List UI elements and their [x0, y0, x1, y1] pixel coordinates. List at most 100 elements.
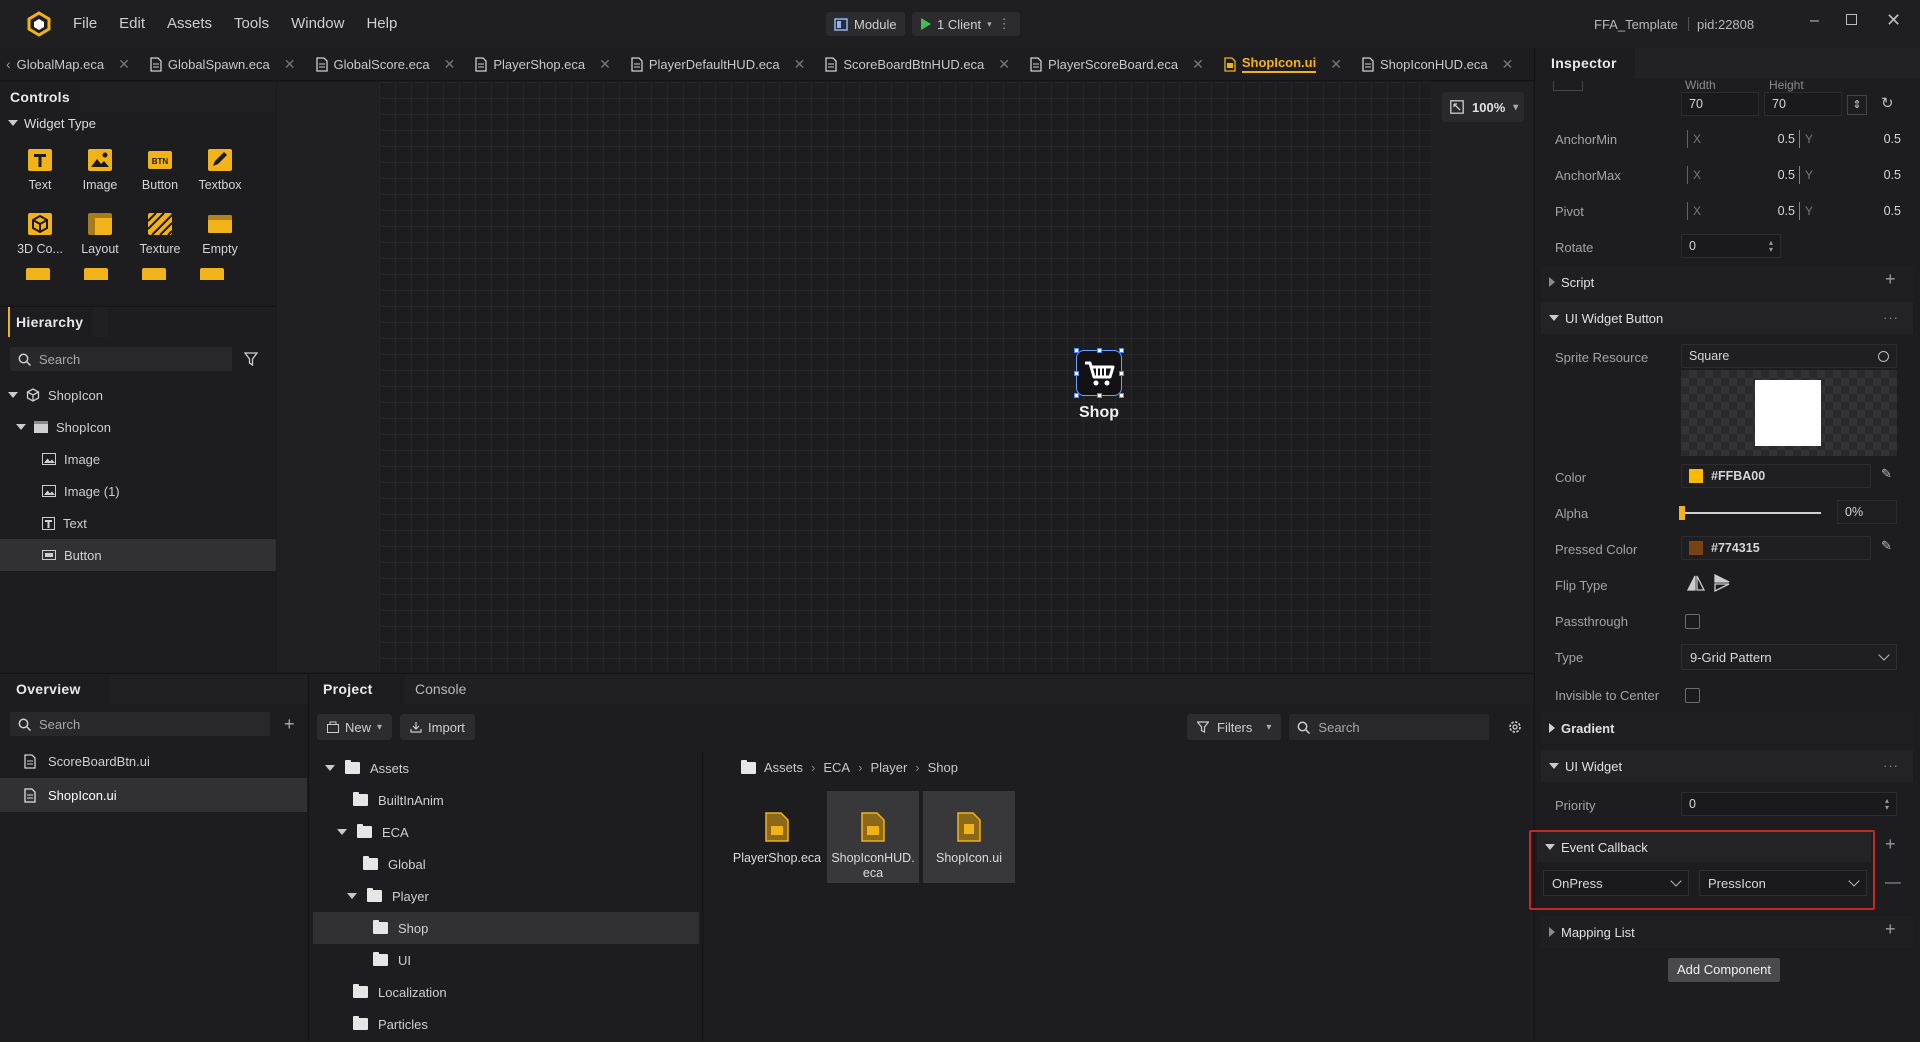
resize-handle[interactable]: [1119, 393, 1124, 398]
menu-assets[interactable]: Assets: [156, 0, 223, 48]
expand-icon[interactable]: [8, 392, 18, 398]
folder-builtinanim[interactable]: BuiltInAnim: [353, 784, 444, 816]
passthrough-checkbox[interactable]: [1685, 614, 1700, 629]
resize-handle[interactable]: [1097, 393, 1102, 398]
filter-icon[interactable]: [244, 352, 258, 366]
close-tab-icon[interactable]: ✕: [444, 56, 456, 73]
folder-global[interactable]: Global: [363, 848, 426, 880]
hierarchy-item-root[interactable]: ShopIcon: [0, 379, 276, 411]
close-tab-icon[interactable]: ✕: [998, 56, 1010, 73]
chevron-down-icon[interactable]: ▾: [987, 19, 992, 30]
widget-icon[interactable]: [200, 268, 224, 280]
asset-shopiconhud[interactable]: ShopIconHUD.eca: [827, 791, 919, 883]
ui-widget-section[interactable]: UI Widget: [1541, 750, 1913, 782]
add-script-icon[interactable]: +: [1885, 269, 1896, 290]
close-tab-icon[interactable]: ✕: [1502, 56, 1514, 73]
close-tab-icon[interactable]: ✕: [118, 56, 130, 73]
tab-playerscoreboard[interactable]: PlayerScoreBoard.eca ✕: [1020, 48, 1214, 81]
flip-horizontal-icon[interactable]: [1687, 574, 1705, 592]
folder-eca[interactable]: ECA: [337, 816, 409, 848]
filters-button[interactable]: Filters ▾: [1187, 714, 1282, 740]
folder-ui[interactable]: UI: [373, 944, 411, 976]
close-tab-icon[interactable]: ✕: [794, 56, 806, 73]
breadcrumb-item[interactable]: Assets: [764, 760, 803, 775]
hierarchy-item-image-1[interactable]: Image (1): [0, 475, 276, 507]
event-callback-section[interactable]: Event Callback: [1537, 832, 1871, 862]
project-search-input[interactable]: Search: [1289, 714, 1490, 740]
tab-globalspawn[interactable]: GlobalSpawn.eca ✕: [140, 48, 306, 81]
priority-input[interactable]: 0 ▴ ▾: [1681, 792, 1897, 816]
resize-handle[interactable]: [1119, 371, 1124, 376]
resize-handle[interactable]: [1119, 348, 1124, 353]
more-icon[interactable]: ···: [1883, 758, 1899, 773]
pressed-color-field[interactable]: #774315: [1681, 536, 1871, 560]
maximize-icon[interactable]: [1846, 14, 1857, 25]
width-input[interactable]: 70: [1681, 92, 1759, 116]
hierarchy-item-image[interactable]: Image: [0, 443, 276, 475]
ui-widget-button-section[interactable]: UI Widget Button: [1541, 302, 1913, 334]
gradient-section[interactable]: Gradient: [1541, 712, 1913, 744]
overview-item[interactable]: ScoreBoardBtn.ui: [0, 744, 307, 778]
remove-callback-icon[interactable]: —: [1885, 874, 1901, 892]
folder-assets[interactable]: Assets: [325, 752, 409, 784]
zoom-control[interactable]: 100% ▾: [1442, 92, 1524, 122]
widget-3d-component[interactable]: 3D Co...: [10, 212, 70, 256]
link-aspect-icon[interactable]: ⇕: [1847, 95, 1867, 115]
pivot-x-input[interactable]: 0.5: [1755, 204, 1795, 218]
widget-image[interactable]: Image: [70, 148, 130, 192]
rotate-input[interactable]: 0 ▴ ▾: [1681, 234, 1781, 258]
tab-shopicon-ui[interactable]: ShopIcon.ui ✕: [1214, 48, 1352, 81]
add-callback-icon[interactable]: +: [1885, 834, 1896, 855]
callback-dropdown[interactable]: PressIcon: [1699, 870, 1867, 896]
resize-handle[interactable]: [1074, 371, 1079, 376]
tab-globalmap[interactable]: GlobalMap.eca ✕: [15, 48, 140, 81]
overview-search-input[interactable]: Search: [10, 712, 270, 736]
reset-icon[interactable]: ↻: [1881, 94, 1894, 112]
asset-playershop[interactable]: PlayerShop.eca: [731, 791, 823, 883]
expand-icon[interactable]: [347, 893, 357, 899]
color-field[interactable]: #FFBA00: [1681, 464, 1871, 488]
target-icon[interactable]: [1878, 350, 1889, 362]
event-dropdown[interactable]: OnPress: [1543, 870, 1689, 896]
module-button[interactable]: Module: [826, 12, 905, 36]
mapping-list-section[interactable]: Mapping List: [1541, 916, 1913, 948]
tab-shopiconhud[interactable]: ShopIconHUD.eca ✕: [1352, 48, 1523, 81]
widget-icon[interactable]: [142, 268, 166, 280]
close-icon[interactable]: ✕: [1886, 10, 1901, 31]
alpha-input[interactable]: 0%: [1837, 500, 1897, 524]
widget-icon[interactable]: [26, 268, 50, 280]
tab-globalscore[interactable]: GlobalScore.eca ✕: [306, 48, 466, 81]
widget-layout[interactable]: Layout: [70, 212, 130, 256]
sprite-resource-field[interactable]: Square: [1681, 344, 1897, 368]
widget-type-group[interactable]: Widget Type: [0, 112, 276, 134]
script-section[interactable]: Script: [1541, 266, 1913, 298]
minimize-icon[interactable]: –: [1810, 12, 1819, 30]
tab-project[interactable]: Project: [309, 674, 405, 704]
add-component-button[interactable]: Add Component: [1668, 958, 1780, 982]
alpha-slider[interactable]: [1679, 506, 1821, 520]
close-tab-icon[interactable]: ✕: [1192, 56, 1204, 73]
widget-textbox[interactable]: Textbox: [190, 148, 250, 192]
menu-edit[interactable]: Edit: [108, 0, 156, 48]
hierarchy-item-button[interactable]: Button: [0, 539, 276, 571]
menu-help[interactable]: Help: [355, 0, 408, 48]
flip-vertical-icon[interactable]: [1713, 574, 1731, 592]
add-icon[interactable]: +: [284, 714, 295, 735]
menu-file[interactable]: File: [62, 0, 108, 48]
asset-shopicon-ui[interactable]: ShopIcon.ui: [923, 791, 1015, 883]
close-tab-icon[interactable]: ✕: [284, 56, 296, 73]
folder-localization[interactable]: Localization: [353, 976, 447, 1008]
scroll-left-icon[interactable]: ‹: [0, 56, 15, 72]
widget-icon[interactable]: [84, 268, 108, 280]
hierarchy-item-shopicon[interactable]: ShopIcon: [0, 411, 276, 443]
stepper-icon[interactable]: ▴ ▾: [1885, 797, 1889, 812]
run-client-button[interactable]: 1 Client ▾ ⋮: [912, 12, 1020, 36]
more-icon[interactable]: ···: [1883, 310, 1899, 325]
breadcrumb-item[interactable]: ECA: [823, 760, 850, 775]
menu-window[interactable]: Window: [280, 0, 355, 48]
widget-empty[interactable]: Empty: [190, 212, 250, 256]
invisible-to-center-checkbox[interactable]: [1685, 688, 1700, 703]
add-mapping-icon[interactable]: +: [1885, 919, 1896, 940]
hierarchy-search-input[interactable]: Search: [10, 347, 232, 371]
import-button[interactable]: Import: [400, 714, 475, 740]
